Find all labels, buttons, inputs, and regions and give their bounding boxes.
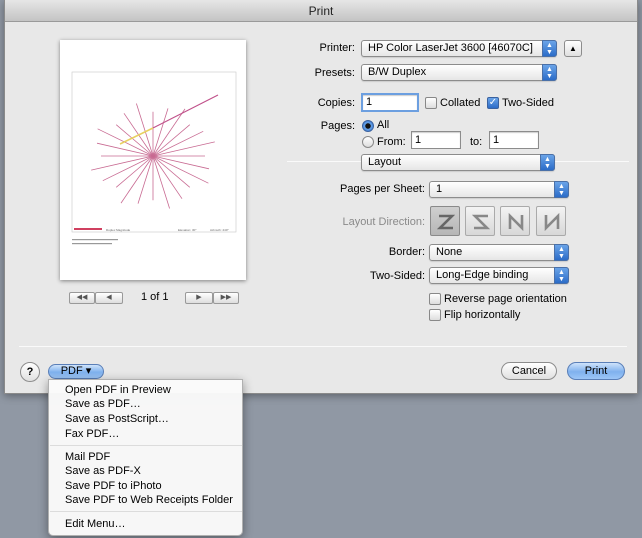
two-sided-binding-value: Long-Edge binding	[436, 269, 529, 281]
printer-value: HP Color LaserJet 3600 [46070C]	[368, 42, 533, 54]
preview-ray	[152, 155, 210, 170]
preview-caption-left: Duplex Magnitude	[106, 228, 131, 232]
pages-all-radio[interactable]	[362, 120, 374, 132]
window-title: Print	[5, 0, 637, 22]
first-page-button[interactable]: ◀◀	[69, 292, 95, 304]
presets-value: B/W Duplex	[368, 66, 427, 78]
direction-reverse-z-icon	[471, 214, 491, 230]
printer-popup[interactable]: HP Color LaserJet 3600 [46070C] ▲ ▼	[361, 40, 557, 57]
section-value: Layout	[368, 156, 402, 168]
last-page-button[interactable]: ▶▶	[213, 292, 239, 304]
preview-caption-right: Azimuth: 240°	[210, 228, 230, 232]
printer-label: Printer:	[319, 42, 355, 54]
pages-per-sheet-label: Pages per Sheet:	[339, 183, 425, 195]
preview-graphic: Duplex Magnitude Elevation: 30° Azimuth:…	[71, 71, 237, 245]
previous-page-button[interactable]: ◀	[95, 292, 123, 304]
two-sided-binding-label: Two-Sided:	[369, 270, 425, 282]
print-button[interactable]: Print	[567, 362, 625, 380]
preview-ray	[96, 142, 154, 157]
pdf-dropdown-menu: Open PDF in Preview Save as PDF… Save as…	[48, 379, 243, 536]
menu-save-as-postscript[interactable]: Save as PostScript…	[65, 413, 169, 425]
layout-direction-label: Layout Direction:	[342, 216, 425, 228]
menu-separator	[50, 445, 242, 446]
border-popup[interactable]: None ▲ ▼	[429, 244, 569, 261]
pages-from-radio[interactable]	[362, 136, 374, 148]
two-sided-checkbox[interactable]: ✓	[487, 97, 499, 109]
popup-arrows-icon: ▲ ▼	[554, 181, 569, 198]
direction-reverse-n-icon	[544, 212, 560, 232]
menu-save-pdf-to-web-receipts[interactable]: Save PDF to Web Receipts Folder	[65, 494, 233, 506]
menu-open-pdf-in-preview[interactable]: Open PDF in Preview	[65, 384, 171, 396]
preview-caption-mid: Elevation: 30°	[178, 228, 197, 232]
menu-save-as-pdf[interactable]: Save as PDF…	[65, 398, 141, 410]
presets-label: Presets:	[314, 67, 355, 79]
pages-from-input[interactable]: 1	[411, 131, 461, 149]
cancel-button[interactable]: Cancel	[501, 362, 557, 380]
border-value: None	[436, 246, 463, 258]
reverse-orientation-checkbox[interactable]	[429, 293, 441, 305]
pdf-menu-button[interactable]: PDF ▾	[48, 364, 104, 379]
presets-popup[interactable]: B/W Duplex ▲ ▼	[361, 64, 557, 81]
copies-input[interactable]: 1	[361, 93, 419, 112]
layout-direction-reverse-n-button[interactable]	[536, 206, 566, 236]
popup-arrows-icon: ▲ ▼	[554, 244, 569, 261]
page-indicator: 1 of 1	[141, 291, 169, 303]
flip-horizontally-checkbox[interactable]	[429, 309, 441, 321]
direction-n-icon	[508, 212, 524, 232]
menu-fax-pdf[interactable]: Fax PDF…	[65, 428, 119, 440]
reverse-orientation-label: Reverse page orientation	[444, 293, 567, 305]
two-sided-binding-popup[interactable]: Long-Edge binding ▲ ▼	[429, 267, 569, 284]
footer-divider	[19, 346, 627, 347]
pages-to-input[interactable]: 1	[489, 131, 539, 149]
help-button[interactable]: ?	[20, 362, 40, 382]
preview-ray	[152, 141, 215, 157]
popup-arrows-icon: ▲ ▼	[554, 267, 569, 284]
menu-save-as-pdf-x[interactable]: Save as PDF-X	[65, 465, 141, 477]
layout-direction-reverse-z-button[interactable]	[465, 206, 495, 236]
pages-per-sheet-popup[interactable]: 1 ▲ ▼	[429, 181, 569, 198]
preview-ray	[91, 155, 154, 171]
menu-edit-menu[interactable]: Edit Menu…	[65, 518, 126, 530]
pages-label: Pages:	[320, 120, 355, 132]
layout-direction-n-button[interactable]	[500, 206, 530, 236]
preview-ray	[152, 155, 170, 209]
direction-z-icon	[436, 214, 456, 230]
next-page-button[interactable]: ▶	[185, 292, 213, 304]
page-preview: Duplex Magnitude Elevation: 30° Azimuth:…	[60, 40, 246, 280]
flip-horizontally-label: Flip horizontally	[444, 309, 521, 321]
pages-per-sheet-value: 1	[436, 183, 443, 195]
pages-from-label: From:	[377, 136, 406, 148]
collated-checkbox[interactable]	[425, 97, 437, 109]
pages-to-label: to:	[470, 136, 483, 148]
disclosure-button[interactable]: ▲	[564, 40, 582, 57]
menu-save-pdf-to-iphoto[interactable]: Save PDF to iPhoto	[65, 480, 162, 492]
section-popup[interactable]: Layout ▲ ▼	[361, 154, 555, 171]
menu-mail-pdf[interactable]: Mail PDF	[65, 451, 110, 463]
print-dialog: Print Duplex Magnitude Elevation: 30° Az…	[4, 0, 638, 394]
preview-ray	[152, 108, 169, 157]
two-sided-label: Two-Sided	[502, 97, 554, 109]
layout-direction-z-button[interactable]	[430, 206, 460, 236]
popup-arrows-icon: ▲ ▼	[542, 40, 557, 57]
popup-arrows-icon: ▲ ▼	[540, 154, 555, 171]
pages-all-label: All	[377, 119, 390, 131]
border-label: Border:	[388, 246, 425, 258]
copies-label: Copies:	[317, 97, 355, 109]
collated-label: Collated	[440, 97, 481, 109]
popup-arrows-icon: ▲ ▼	[542, 64, 557, 81]
menu-separator	[50, 511, 242, 512]
preview-ray	[137, 155, 154, 204]
